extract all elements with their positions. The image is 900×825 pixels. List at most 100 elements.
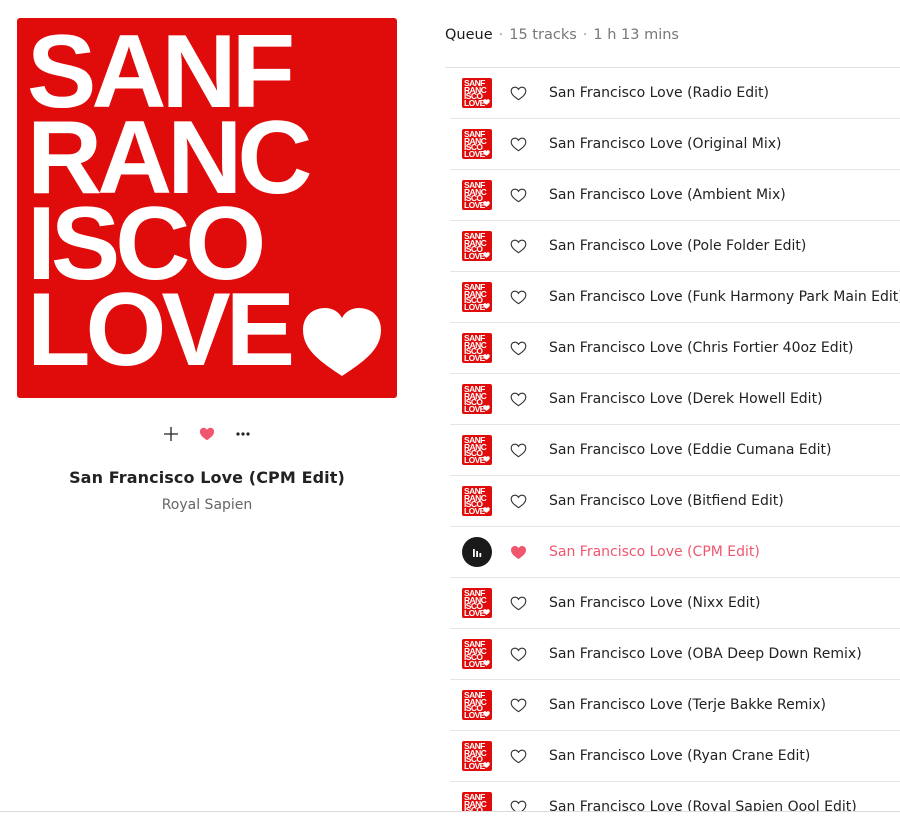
ellipsis-icon xyxy=(236,432,250,436)
track-like-button[interactable] xyxy=(509,135,527,153)
track-title: San Francisco Love (Pole Folder Edit) xyxy=(549,238,807,254)
heart-outline-icon xyxy=(510,341,526,355)
track-title: San Francisco Love (Nixx Edit) xyxy=(549,595,761,611)
track-actions xyxy=(17,422,397,446)
track-like-button[interactable] xyxy=(509,594,527,612)
track-row[interactable]: SANF RANC ISCO LOVE San Francisco Love (Orig… xyxy=(450,119,900,170)
track-thumbnail[interactable]: SANFRANCISCOLOVE xyxy=(462,690,492,720)
track-title: San Francisco Love (Ambient Mix) xyxy=(549,187,786,203)
track-like-button[interactable] xyxy=(509,237,527,255)
track-row[interactable]: SANF RANC ISCO LOVE San Francisco Love (Terj… xyxy=(450,680,900,731)
track-thumbnail[interactable]: SANFRANCISCOLOVE xyxy=(462,180,492,210)
thumb-heart-icon xyxy=(483,201,490,207)
track-thumbnail[interactable]: SANFRANCISCOLOVE xyxy=(462,741,492,771)
track-thumbnail[interactable]: SANFRANCISCOLOVE xyxy=(462,486,492,516)
track-thumbnail[interactable]: SANFRANCISCOLOVE xyxy=(462,231,492,261)
track-thumbnail[interactable]: SANFRANCISCOLOVE xyxy=(462,129,492,159)
track-row[interactable]: SANF RANC ISCO LOVE San Francisco Love (Dere… xyxy=(450,374,900,425)
thumb-heart-icon xyxy=(483,660,490,666)
heart-filled-icon xyxy=(199,427,215,441)
heart-filled-icon xyxy=(510,545,526,559)
heart-outline-icon xyxy=(510,392,526,406)
track-row[interactable]: SANF RANC ISCO LOVE San Francisco Love (Eddi… xyxy=(450,425,900,476)
track-row[interactable]: SANF RANC ISCO LOVE San Francisco Love (Pole… xyxy=(450,221,900,272)
now-playing-indicator[interactable] xyxy=(462,537,492,567)
track-title: San Francisco Love (Original Mix) xyxy=(549,136,782,152)
now-playing-panel: SANF RANC ISCO LOVE San Francisco Love (… xyxy=(17,18,397,513)
track-title: San Francisco Love (Derek Howell Edit) xyxy=(549,391,823,407)
cover-heart-icon xyxy=(303,308,381,376)
track-like-button[interactable] xyxy=(509,645,527,663)
track-thumbnail[interactable]: SANFRANCISCOLOVE xyxy=(462,588,492,618)
thumb-heart-icon xyxy=(483,150,490,156)
track-like-button[interactable] xyxy=(509,696,527,714)
track-row[interactable]: SANF RANC ISCO LOVE San Francisco Love (Funk… xyxy=(450,272,900,323)
thumb-heart-icon xyxy=(483,609,490,615)
queue-duration: 1 h 13 mins xyxy=(593,26,679,43)
separator-dot: · xyxy=(582,26,588,43)
track-title: San Francisco Love (CPM Edit) xyxy=(549,544,760,560)
thumb-heart-icon xyxy=(483,711,490,717)
track-thumbnail[interactable]: SANFRANCISCOLOVE xyxy=(462,384,492,414)
track-row[interactable]: SANF RANC ISCO LOVE San Francisco Love (Bitf… xyxy=(450,476,900,527)
track-like-button[interactable] xyxy=(509,441,527,459)
track-like-button[interactable] xyxy=(509,492,527,510)
like-button[interactable] xyxy=(199,426,215,442)
equalizer-icon xyxy=(473,549,482,557)
track-thumbnail[interactable]: SANFRANCISCOLOVE xyxy=(462,333,492,363)
thumb-heart-icon xyxy=(483,456,490,462)
heart-outline-icon xyxy=(510,290,526,304)
track-like-button[interactable] xyxy=(509,747,527,765)
now-playing-title: San Francisco Love (CPM Edit) xyxy=(69,468,345,487)
track-title: San Francisco Love (Funk Harmony Park Ma… xyxy=(549,289,900,305)
now-playing-artist[interactable]: Royal Sapien xyxy=(17,497,397,513)
thumb-heart-icon xyxy=(483,252,490,258)
track-title: San Francisco Love (Terje Bakke Remix) xyxy=(549,697,826,713)
queue-track-count: 15 tracks xyxy=(509,26,577,43)
track-thumbnail[interactable]: SANFRANCISCOLOVE xyxy=(462,78,492,108)
heart-outline-icon xyxy=(510,494,526,508)
plus-icon xyxy=(164,427,178,441)
track-like-button[interactable] xyxy=(509,339,527,357)
separator-dot: · xyxy=(498,26,504,43)
track-thumbnail[interactable]: SANFRANCISCOLOVE xyxy=(462,435,492,465)
thumb-heart-icon xyxy=(483,762,490,768)
heart-outline-icon xyxy=(510,239,526,253)
track-row[interactable]: SANF RANC ISCO LOVE San Francisco Love (Radi… xyxy=(450,68,900,119)
track-like-button[interactable] xyxy=(509,390,527,408)
more-options-button[interactable] xyxy=(235,426,251,442)
track-title: San Francisco Love (Bitfiend Edit) xyxy=(549,493,784,509)
heart-outline-icon xyxy=(510,698,526,712)
track-row[interactable]: SANF RANC ISCO LOVE San Francisco Love (OBA … xyxy=(450,629,900,680)
bottom-bar xyxy=(0,812,900,825)
track-row[interactable]: SANF RANC ISCO LOVE San Francisco Love (Ambi… xyxy=(450,170,900,221)
thumb-heart-icon xyxy=(483,507,490,513)
heart-outline-icon xyxy=(510,86,526,100)
track-title: San Francisco Love (OBA Deep Down Remix) xyxy=(549,646,862,662)
track-row[interactable]: SANF RANC ISCO LOVE San Francisco Love (Ryan… xyxy=(450,731,900,782)
track-row[interactable]: SANF RANC ISCO LOVE San Francisco Love (Chri… xyxy=(450,323,900,374)
track-title: San Francisco Love (Ryan Crane Edit) xyxy=(549,748,811,764)
track-row[interactable]: San Francisco Love (CPM Edit) xyxy=(450,527,900,578)
track-like-button[interactable] xyxy=(509,288,527,306)
track-like-button[interactable] xyxy=(509,543,527,561)
track-row[interactable]: SANF RANC ISCO LOVE San Francisco Love (Nixx… xyxy=(450,578,900,629)
queue-panel: Queue · 15 tracks · 1 h 13 mins SANF RANC… xyxy=(445,0,900,822)
add-to-playlist-button[interactable] xyxy=(163,426,179,442)
heart-outline-icon xyxy=(510,749,526,763)
thumb-heart-icon xyxy=(483,303,490,309)
heart-outline-icon xyxy=(510,647,526,661)
track-title: San Francisco Love (Chris Fortier 40oz E… xyxy=(549,340,854,356)
track-thumbnail[interactable]: SANFRANCISCOLOVE xyxy=(462,639,492,669)
heart-outline-icon xyxy=(510,188,526,202)
track-thumbnail[interactable]: SANFRANCISCOLOVE xyxy=(462,282,492,312)
track-like-button[interactable] xyxy=(509,84,527,102)
heart-outline-icon xyxy=(510,443,526,457)
queue-track-list: SANF RANC ISCO LOVE San Francisco Love (Radi… xyxy=(450,68,900,825)
thumb-heart-icon xyxy=(483,405,490,411)
album-cover: SANF RANC ISCO LOVE xyxy=(17,18,397,398)
track-like-button[interactable] xyxy=(509,186,527,204)
thumb-heart-icon xyxy=(483,99,490,105)
heart-outline-icon xyxy=(510,596,526,610)
track-title: San Francisco Love (Radio Edit) xyxy=(549,85,769,101)
